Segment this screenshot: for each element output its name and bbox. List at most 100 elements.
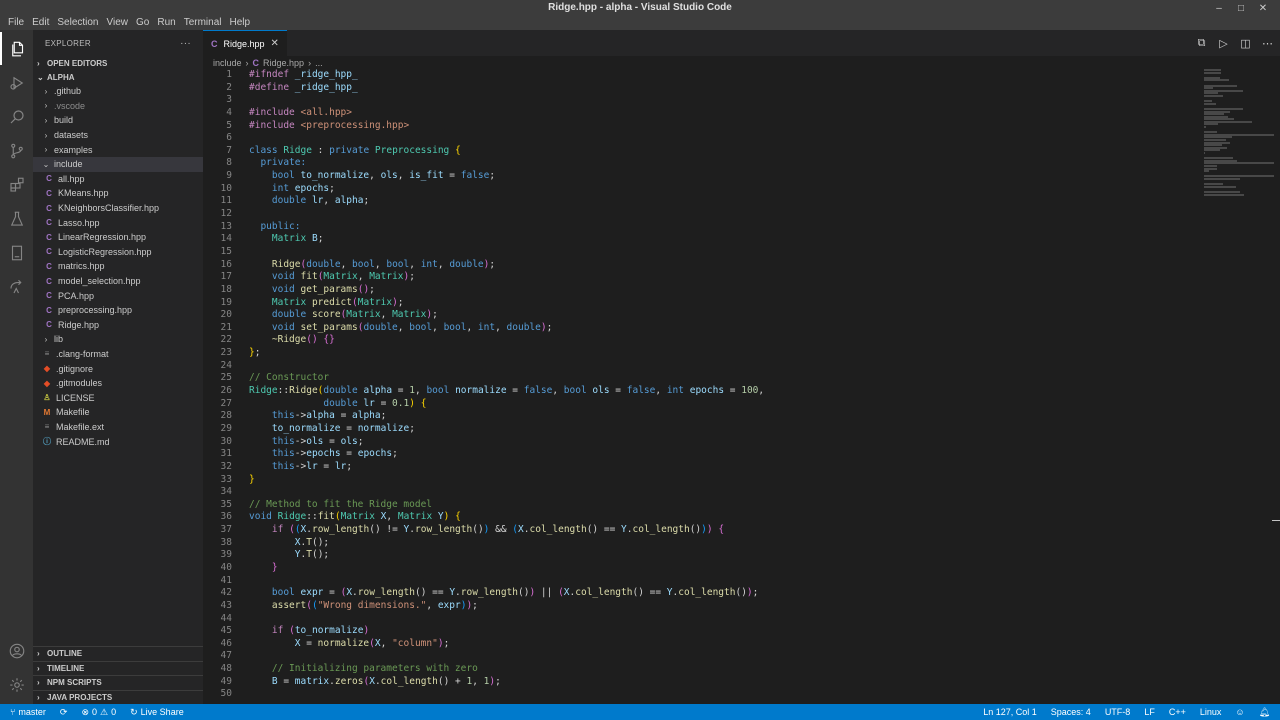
outline-section[interactable]: › OUTLINE [33,646,203,661]
settings-gear-icon[interactable] [0,668,33,701]
live-share-status[interactable]: ↻ Live Share [130,707,184,718]
code-token: col_length [575,587,633,599]
open-editors-section[interactable]: › OPEN EDITORS [33,56,203,70]
code-token: () [357,283,370,295]
file-item[interactable]: ◆ .gitignore [33,361,203,376]
feedback-icon[interactable]: ☺ [1235,707,1244,717]
timeline-section[interactable]: › TIMELINE [33,660,203,676]
source-control-icon[interactable] [0,134,33,167]
file-item[interactable]: ♙ LICENSE [33,390,203,405]
open-changes-icon[interactable]: ⧉ [1195,37,1208,50]
menu-selection[interactable]: Selection [53,16,102,30]
code-token: Ridge [271,258,301,270]
extensions-icon[interactable] [0,168,33,201]
problems-status[interactable]: ⊗ 0 ⚠ 0 [81,707,116,718]
menu-help[interactable]: Help [226,16,255,30]
code-text: ~Ridge() {} [232,334,335,347]
search-icon[interactable] [0,100,33,133]
breadcrumb-folder[interactable]: include [213,58,242,68]
code-token: bool [409,321,433,333]
files-icon[interactable] [0,32,33,65]
file-item[interactable]: M Makefile [33,405,203,420]
file-item[interactable]: ≡ .clang-format [33,347,203,362]
breadcrumb-symbols[interactable]: ... [315,58,323,68]
file-item[interactable]: ◆ .gitmodules [33,376,203,391]
remote-explorer-icon[interactable] [0,236,33,269]
code-token: ; [409,271,415,283]
minimize-button[interactable]: – [1208,0,1230,16]
code-token: normalize [455,385,507,397]
menu-edit[interactable]: Edit [28,16,53,30]
code-token: class [249,144,278,156]
folder-item[interactable]: › lib [33,332,203,347]
file-item[interactable]: ⓘ README.md [33,434,203,449]
file-item[interactable]: C Ridge.hpp [33,318,203,333]
code-text: #ifndef _ridge_hpp_ [232,69,358,82]
file-item[interactable]: C PCA.hpp [33,288,203,303]
file-item[interactable]: Cmodel_selection.hpp [33,274,203,289]
folder-item[interactable]: › datasets [33,128,203,143]
menu-go[interactable]: Go [132,16,153,30]
code-editor[interactable]: 1 #ifndef _ridge_hpp_ 2 #define _ridge_hpp_… [203,69,1188,701]
language-mode[interactable]: C++ [1169,707,1186,717]
cursor-position[interactable]: Ln 127, Col 1 [983,707,1037,717]
menu-run[interactable]: Run [153,16,179,30]
file-item[interactable]: Call.hpp [33,172,203,187]
file-item[interactable]: ≡ Makefile.ext [33,420,203,435]
code-token: alpha [352,410,381,422]
menu-file[interactable]: File [4,16,28,30]
notifications-bell-icon[interactable]: 🔔︎ [1259,707,1270,718]
file-item[interactable]: Cmatrics.hpp [33,259,203,274]
explorer-more-button[interactable]: ··· [180,38,191,49]
line-number: 20 [220,309,232,321]
end-of-line[interactable]: LF [1144,707,1155,717]
file-item[interactable]: C Lasso.hpp [33,215,203,230]
workspace-section[interactable]: ⌄ ALPHA [33,70,203,84]
error-count: 0 [92,707,98,717]
folder-item[interactable]: ⌄ include [33,156,203,172]
code-token: 100 [741,385,759,397]
minimap-line [1204,79,1230,82]
code-token: , [340,258,353,270]
run-file-icon[interactable]: ▷ [1217,37,1230,50]
code-line: 28 this->alpha = alpha; [203,410,1188,423]
more-actions-icon[interactable]: ⋯ [1261,37,1274,50]
tab-ridge-hpp[interactable]: C Ridge.hpp ✕ [203,30,287,56]
testing-icon[interactable] [0,202,33,235]
folder-item[interactable]: › .vscode [33,99,203,114]
run-debug-icon[interactable] [0,66,33,99]
code-token: double [271,195,307,207]
file-item[interactable]: C KMeans.hpp [33,186,203,201]
branch-name: master [18,707,46,717]
encoding[interactable]: UTF-8 [1105,707,1131,717]
os-indicator[interactable]: Linux [1200,707,1222,717]
split-editor-icon[interactable]: ◫ [1239,37,1252,50]
code-line: 33} [203,474,1188,487]
breadcrumb-file[interactable]: Ridge.hpp [263,58,304,68]
code-token: Preprocessing [374,144,450,156]
minimap[interactable] [1200,69,1280,269]
code-token: void [271,271,295,283]
maximize-button[interactable]: □ [1230,0,1252,16]
npm-scripts-section[interactable]: › NPM SCRIPTS [33,675,203,690]
close-window-button[interactable]: ✕ [1252,0,1274,16]
file-item[interactable]: Cpreprocessing.hpp [33,303,203,318]
menu-terminal[interactable]: Terminal [180,16,226,30]
file-item[interactable]: C LinearRegression.hpp [33,230,203,245]
close-tab-icon[interactable]: ✕ [271,38,279,49]
file-item[interactable]: C LogisticRegression.hpp [33,245,203,260]
folder-item[interactable]: › build [33,113,203,128]
java-projects-section[interactable]: › JAVA PROJECTS [33,689,203,705]
branch-status[interactable]: ⑂ master [10,707,46,717]
sync-status[interactable]: ⟳ [60,707,68,718]
folder-item[interactable]: › .github [33,84,203,99]
menu-view[interactable]: View [103,16,133,30]
live-share-icon[interactable] [0,270,33,303]
git-branch-icon: ⑂ [10,707,16,717]
file-item[interactable]: C KNeighborsClassifier.hpp [33,201,203,216]
code-line: 34 [203,486,1188,499]
indentation[interactable]: Spaces: 4 [1051,707,1091,717]
account-icon[interactable] [0,634,33,667]
folder-item[interactable]: › examples [33,142,203,157]
